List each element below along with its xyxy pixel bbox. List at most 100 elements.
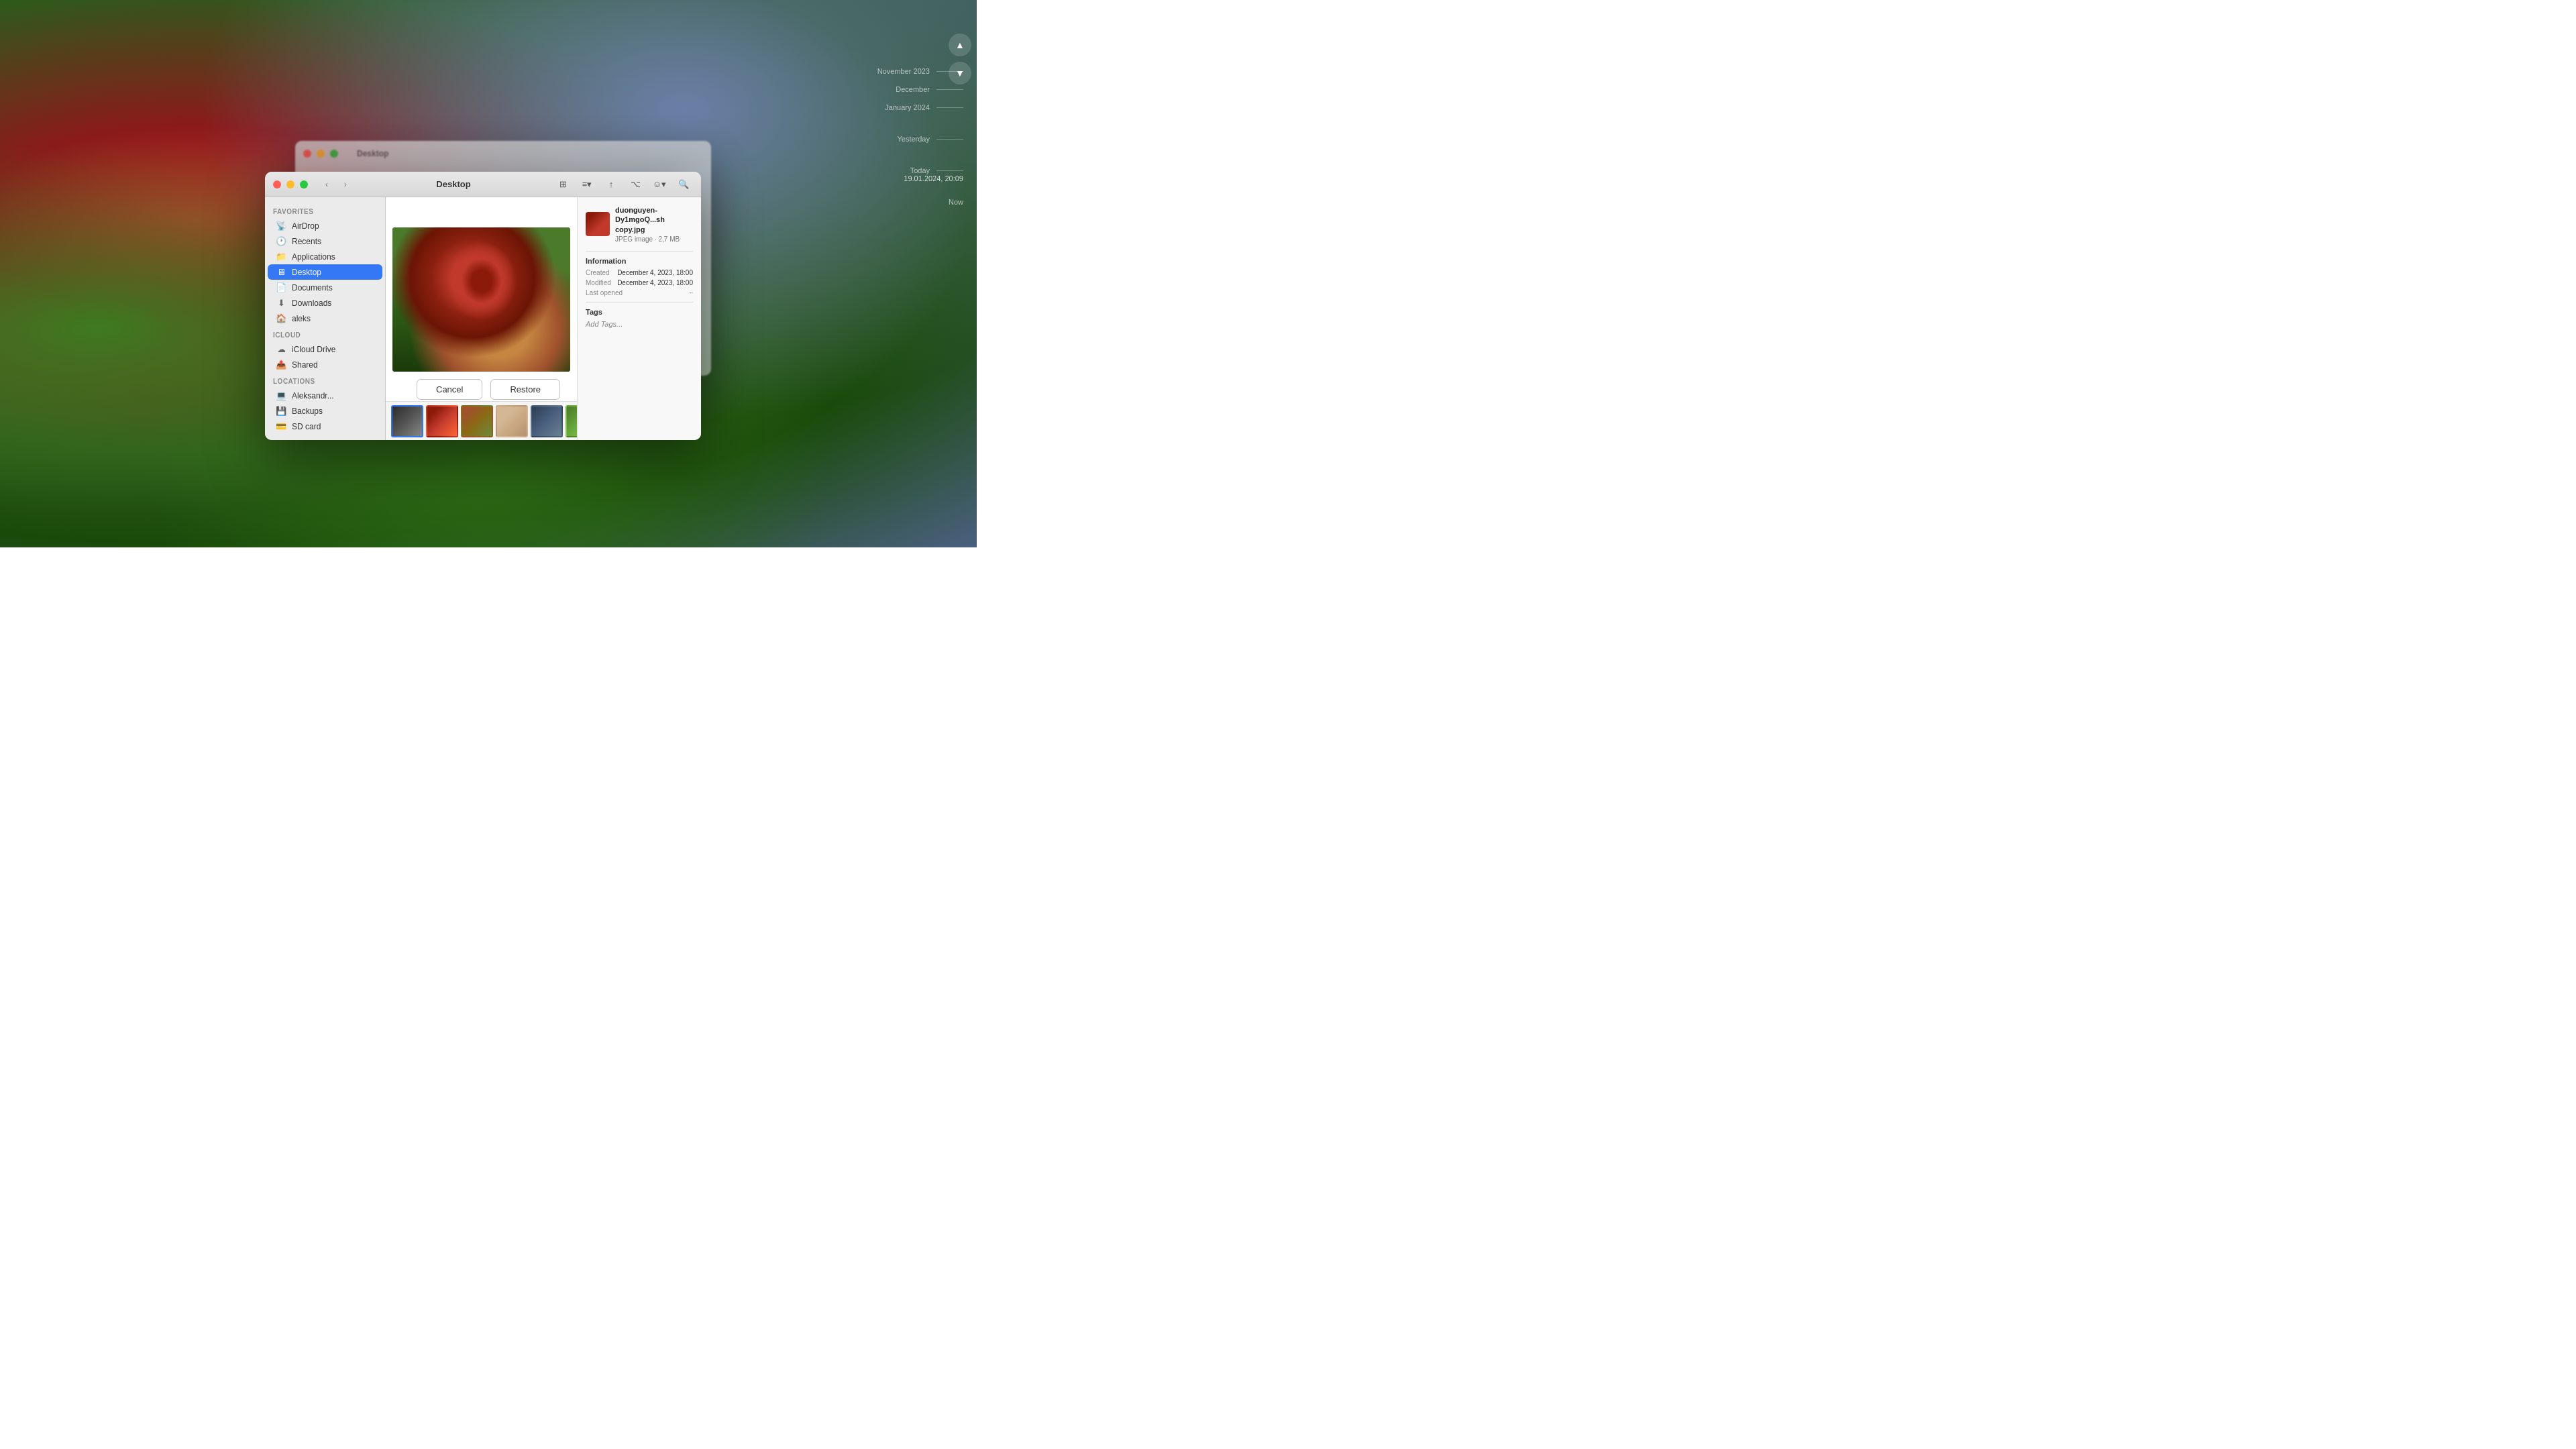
- thumbnail-3[interactable]: [461, 405, 493, 437]
- file-name: duonguyen-Dy1mgoQ...sh copy.jpg: [615, 205, 693, 234]
- info-divider-1: [586, 251, 693, 252]
- tag-icon[interactable]: ⌥: [626, 176, 645, 193]
- toolbar-actions: ⊞ ≡▾ ↑ ⌥ ☺▾ 🔍: [553, 176, 693, 193]
- sidebar-item-documents[interactable]: 📄 Documents: [268, 280, 382, 295]
- sidebar-icloud-label: iCloud Drive: [292, 345, 335, 354]
- restore-button[interactable]: Restore: [490, 379, 560, 400]
- forward-button[interactable]: ›: [337, 176, 354, 193]
- info-panel: duonguyen-Dy1mgoQ...sh copy.jpg JPEG ima…: [577, 197, 701, 440]
- close-button[interactable]: [273, 180, 281, 189]
- last-opened-row: Last opened ··: [586, 289, 693, 297]
- tm-entry-january[interactable]: January 2024: [885, 103, 963, 111]
- sidebar-applications-label: Applications: [292, 252, 335, 262]
- action-icon[interactable]: ☺▾: [650, 176, 669, 193]
- view-toggle-icon[interactable]: ⊞: [553, 176, 572, 193]
- thumbnail-5[interactable]: [531, 405, 563, 437]
- computer-icon: 💻: [276, 390, 286, 400]
- thumbnail-4[interactable]: [496, 405, 528, 437]
- favorites-header: Favorites: [265, 203, 385, 218]
- tm-entry-december[interactable]: December: [896, 85, 963, 93]
- thumbnail-6[interactable]: [566, 405, 577, 437]
- tm-entry-yesterday[interactable]: Yesterday: [897, 135, 963, 143]
- chicken-photo: [392, 227, 570, 372]
- view-options-icon[interactable]: ≡▾: [578, 176, 596, 193]
- thumbnail-strip: [386, 401, 577, 440]
- time-machine-timeline: November 2023 December January 2024 Yest…: [877, 67, 963, 216]
- tm-entry-today[interactable]: Today: [910, 166, 963, 174]
- documents-icon: 📄: [276, 282, 286, 292]
- modified-row: Modified December 4, 2023, 18:00: [586, 279, 693, 286]
- finder-window: ‹ › Desktop ⊞ ≡▾ ↑ ⌥ ☺▾ 🔍 Favorites 📡 Ai…: [265, 172, 701, 440]
- shared-icon: 📤: [276, 360, 286, 370]
- tm-entry-november[interactable]: November 2023: [877, 67, 963, 75]
- sidebar-sdcard-label: SD card: [292, 422, 321, 431]
- sidebar-item-desktop[interactable]: 🖥 Desktop: [268, 264, 382, 280]
- sidebar-item-sdcard[interactable]: 💳 SD card: [268, 419, 382, 434]
- applications-icon: 📁: [276, 252, 286, 262]
- action-buttons: Cancel Restore: [417, 379, 560, 400]
- information-header: Information: [586, 257, 693, 265]
- finder-content: duonguyen-Dy1mgoQ...sh copy.jpg JPEG ima…: [386, 197, 701, 440]
- search-icon[interactable]: 🔍: [674, 176, 693, 193]
- tags-section-header: Tags: [586, 308, 693, 316]
- bg-minimize-dot: [317, 150, 325, 158]
- sidebar-recents-label: Recents: [292, 237, 321, 246]
- cancel-button[interactable]: Cancel: [417, 379, 482, 400]
- file-browser: [386, 197, 577, 440]
- back-button[interactable]: ‹: [319, 176, 335, 193]
- sidebar-item-downloads[interactable]: ⬇ Downloads: [268, 295, 382, 311]
- sidebar-item-backups[interactable]: 💾 Backups: [268, 403, 382, 419]
- thumbnail-2[interactable]: [426, 405, 458, 437]
- file-thumbnail-icon: [586, 212, 610, 236]
- created-label: Created: [586, 269, 610, 276]
- sidebar-item-aleksandr[interactable]: 💻 Aleksandr...: [268, 388, 382, 403]
- info-file-header: duonguyen-Dy1mgoQ...sh copy.jpg JPEG ima…: [586, 205, 693, 243]
- file-type: JPEG image · 2,7 MB: [615, 235, 693, 243]
- airdrop-icon: 📡: [276, 221, 286, 231]
- tags-header: Tags: [265, 434, 385, 440]
- recents-icon: 🕐: [276, 236, 286, 246]
- finder-bg-titlebar: Desktop: [295, 141, 711, 166]
- file-info-text: duonguyen-Dy1mgoQ...sh copy.jpg JPEG ima…: [615, 205, 693, 243]
- icloud-header: iCloud: [265, 326, 385, 341]
- sidebar-item-applications[interactable]: 📁 Applications: [268, 249, 382, 264]
- home-icon: 🏠: [276, 313, 286, 323]
- finder-titlebar: ‹ › Desktop ⊞ ≡▾ ↑ ⌥ ☺▾ 🔍: [265, 172, 701, 197]
- last-opened-value: ··: [689, 289, 693, 297]
- created-row: Created December 4, 2023, 18:00: [586, 269, 693, 276]
- tags-section: Tags Add Tags...: [586, 308, 693, 328]
- sidebar-documents-label: Documents: [292, 283, 333, 292]
- sidebar-item-recents[interactable]: 🕐 Recents: [268, 233, 382, 249]
- sidebar-item-shared[interactable]: 📤 Shared: [268, 357, 382, 372]
- modified-value: December 4, 2023, 18:00: [617, 279, 693, 286]
- sidebar-aleksandr-label: Aleksandr...: [292, 391, 334, 400]
- thumbnail-1[interactable]: [391, 405, 423, 437]
- sidebar-item-icloud-drive[interactable]: ☁ iCloud Drive: [268, 341, 382, 357]
- sidebar-downloads-label: Downloads: [292, 299, 331, 308]
- info-divider-2: [586, 302, 693, 303]
- sidebar-backups-label: Backups: [292, 407, 323, 416]
- created-value: December 4, 2023, 18:00: [617, 269, 693, 276]
- desktop-icon: 🖥: [276, 267, 286, 277]
- icloud-icon: ☁: [276, 344, 286, 354]
- window-title: Desktop: [359, 179, 548, 189]
- tm-entry-now[interactable]: Now: [949, 198, 963, 206]
- bg-fullscreen-dot: [330, 150, 338, 158]
- time-machine-timestamp: 19.01.2024, 20:09: [904, 174, 963, 182]
- finder-bg-title: Desktop: [357, 149, 388, 158]
- time-machine-up-button[interactable]: ▲: [949, 34, 971, 56]
- locations-header: Locations: [265, 372, 385, 388]
- add-tags-field[interactable]: Add Tags...: [586, 320, 693, 328]
- fullscreen-button[interactable]: [300, 180, 308, 189]
- sidebar-aleks-label: aleks: [292, 314, 311, 323]
- bg-close-dot: [303, 150, 311, 158]
- minimize-button[interactable]: [286, 180, 294, 189]
- modified-label: Modified: [586, 279, 611, 286]
- sidebar-item-aleks[interactable]: 🏠 aleks: [268, 311, 382, 326]
- sdcard-icon: 💳: [276, 421, 286, 431]
- share-icon[interactable]: ↑: [602, 176, 621, 193]
- sidebar-item-airdrop[interactable]: 📡 AirDrop: [268, 218, 382, 233]
- backup-icon: 💾: [276, 406, 286, 416]
- preview-area: [386, 197, 577, 401]
- finder-body: Favorites 📡 AirDrop 🕐 Recents 📁 Applicat…: [265, 197, 701, 440]
